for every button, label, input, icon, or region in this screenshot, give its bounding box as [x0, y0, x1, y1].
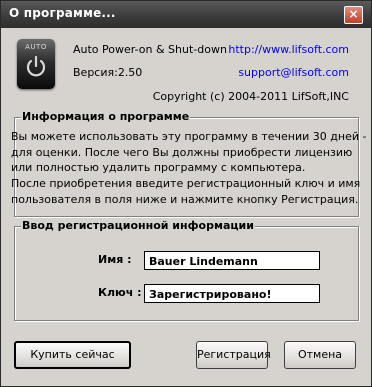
close-button[interactable]: × [344, 6, 363, 24]
name-label: Имя : [98, 253, 132, 266]
info-text: Вы можете использовать эту программу в т… [11, 129, 367, 208]
info-line: или полностью удалить программу с компью… [11, 161, 306, 175]
email-link[interactable]: support@lifsoft.com [238, 66, 349, 79]
product-name: Auto Power-on & Shut-down [73, 43, 227, 56]
copyright-text: Copyright (c) 2004-2011 LifSoft,INC [152, 90, 349, 103]
key-label: Ключ : [98, 286, 142, 299]
cancel-button[interactable]: Отмена [284, 341, 356, 369]
key-field[interactable]: Зарегистрировано! [144, 284, 320, 303]
info-group-title: Информация о программе [21, 110, 191, 123]
website-link[interactable]: http://www.lifsoft.com [228, 43, 349, 56]
info-line: пользователя в поля ниже и нажмите кнопк… [11, 192, 359, 206]
register-button[interactable]: Регистрация [196, 341, 271, 369]
app-logo: AUTO [17, 39, 55, 89]
info-line: После приобретения введите регистрационн… [11, 177, 361, 191]
about-dialog: О программе... × AUTO Auto Power-on & Sh… [0, 0, 372, 387]
info-groupbox: Информация о программе Вы можете использ… [11, 110, 367, 217]
info-line: для оценки. После чего Вы должны приобре… [11, 145, 353, 159]
name-field[interactable]: Bauer Lindemann [144, 251, 320, 270]
close-icon: × [348, 7, 359, 21]
title-bar[interactable]: О программе... × [1, 1, 371, 28]
logo-text: AUTO [25, 43, 47, 51]
power-icon [26, 55, 46, 77]
product-version: Версия:2.50 [73, 66, 143, 79]
window-title: О программе... [9, 6, 116, 20]
info-line: Вы можете использовать эту программу в т… [11, 130, 367, 143]
registration-group-title: Ввод регистрационной информации [21, 219, 255, 232]
registration-groupbox: Ввод регистрационной информации Имя : Ba… [14, 219, 359, 321]
buy-now-button[interactable]: Купить сейчас [14, 341, 131, 369]
